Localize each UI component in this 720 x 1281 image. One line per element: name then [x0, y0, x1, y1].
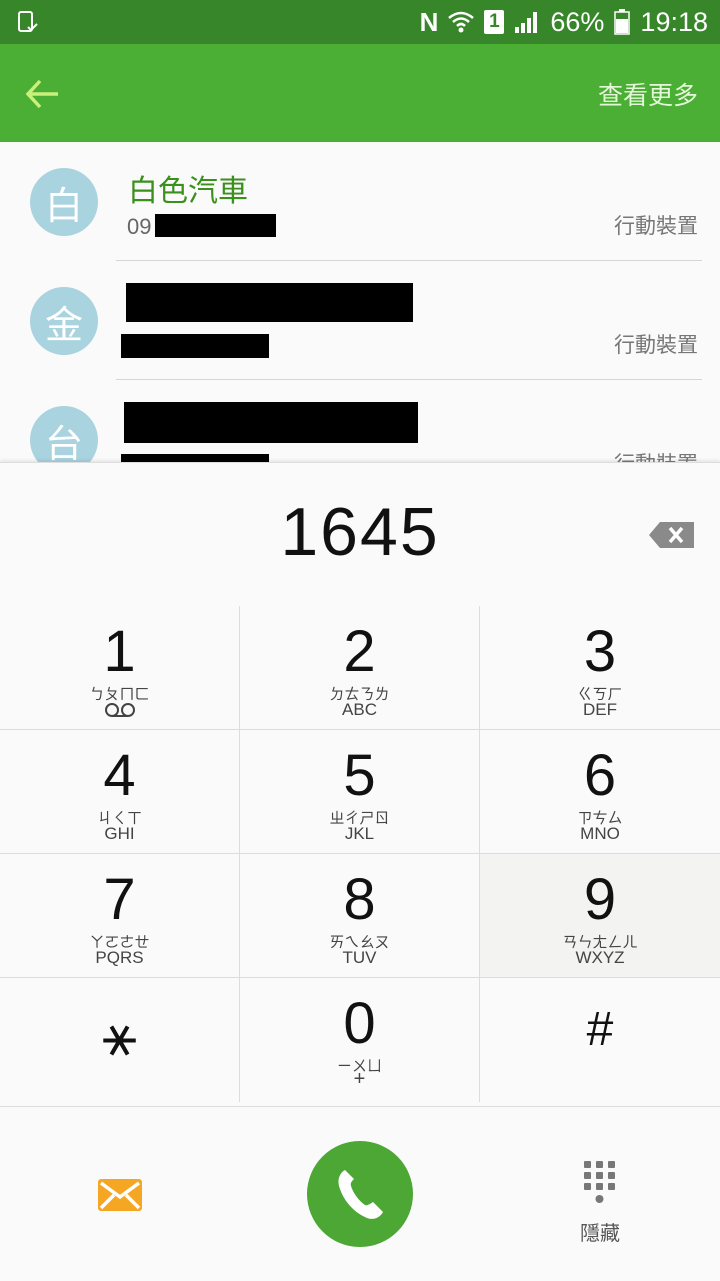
key-digit: ⚹ [102, 1003, 137, 1068]
dialed-number-area: 1645 [0, 462, 720, 607]
contact-type: 行動裝置 [614, 448, 698, 462]
key-digit: 5 [343, 743, 376, 808]
back-arrow-icon[interactable] [22, 74, 62, 114]
bottom-actions: 隱藏 [0, 1106, 720, 1281]
key-letters: JKL [344, 824, 375, 843]
sim-badge: 1 [484, 10, 505, 34]
signal-icon [515, 12, 538, 33]
contact-row[interactable]: 金 行動裝置 [0, 261, 720, 379]
backspace-icon[interactable] [648, 521, 696, 549]
key-4[interactable]: 4 ㄐㄑㄒ GHI [0, 730, 240, 854]
key-6[interactable]: 6 ㄗㄘㄙ MNO [480, 730, 720, 854]
key-9[interactable]: 9 ㄢㄣㄤㄥㄦ WXYZ [480, 854, 720, 978]
key-2[interactable]: 2 ㄉㄊㄋㄌ ABC [240, 606, 480, 730]
avatar: 金 [30, 287, 98, 355]
key-letters: DEF [583, 700, 617, 719]
key-digit: 8 [343, 867, 376, 932]
contact-type: 行動裝置 [614, 333, 698, 357]
key-letters: MNO [580, 824, 620, 843]
key-letters: TUV [342, 948, 377, 967]
dialed-number: 1645 [280, 494, 440, 570]
key-digit: 9 [583, 867, 617, 932]
hide-label: 隱藏 [580, 1221, 620, 1245]
key-letters: + [353, 1068, 366, 1090]
redaction-bar [124, 402, 418, 443]
redaction-bar [155, 214, 276, 237]
dialpad-icon [584, 1161, 615, 1203]
wifi-icon [448, 11, 475, 33]
key-0[interactable]: 0 ㄧㄨㄩ + [240, 978, 480, 1102]
key-7[interactable]: 7 ㄚㄛㄜㄝ PQRS [0, 854, 240, 978]
app-bar: 查看更多 [0, 44, 720, 142]
key-digit: 1 [103, 619, 136, 684]
key-star[interactable]: ⚹ [0, 978, 240, 1102]
contact-number: 09 [127, 214, 152, 239]
battery-icon [614, 9, 631, 35]
call-button[interactable] [307, 1141, 413, 1247]
redaction-bar [121, 454, 269, 462]
avatar: 白 [30, 168, 98, 236]
key-letters: PQRS [95, 948, 144, 967]
status-bar: N 1 66% 19:18 [0, 0, 720, 44]
contact-row[interactable]: 白 白色汽車 09 行動裝置 [0, 142, 720, 260]
key-5[interactable]: 5 ㄓㄔㄕㄖ JKL [240, 730, 480, 854]
view-more-button[interactable]: 查看更多 [598, 76, 698, 112]
phone-icon [338, 1170, 383, 1219]
key-8[interactable]: 8 ㄞㄟㄠㄡ TUV [240, 854, 480, 978]
key-digit: 7 [103, 867, 136, 932]
battery-percent: 66% [550, 6, 605, 37]
key-digit: 3 [583, 619, 617, 684]
redaction-bar [126, 283, 413, 322]
key-digit: # [586, 1003, 614, 1056]
contact-row[interactable]: 台 行動裝置 [0, 380, 720, 462]
key-3[interactable]: 3 ㄍㄎㄏ DEF [480, 606, 720, 730]
avatar: 台 [30, 406, 98, 462]
key-digit: 4 [103, 743, 136, 808]
key-letters: WXYZ [575, 948, 625, 967]
contact-type: 行動裝置 [614, 214, 698, 238]
key-letters: ABC [342, 700, 377, 719]
key-digit: 0 [343, 991, 376, 1056]
device-check-icon [18, 11, 38, 32]
voicemail-icon [105, 703, 135, 717]
key-bopomofo: ㄅㄆㄇㄈ [89, 685, 150, 703]
key-letters: GHI [104, 824, 135, 843]
hide-keypad-button[interactable]: 隱藏 [560, 1159, 640, 1246]
contact-name: 白色汽車 [128, 174, 248, 209]
key-digit: 6 [583, 743, 617, 808]
clock: 19:18 [640, 6, 708, 37]
dial-keypad: 1 ㄅㄆㄇㄈ 2 ㄉㄊㄋㄌ ABC 3 ㄍㄎㄏ DEF 4 ㄐㄑㄒ GHI 5 … [0, 606, 720, 1106]
key-digit: 2 [343, 619, 376, 684]
redaction-bar [121, 334, 269, 358]
key-1[interactable]: 1 ㄅㄆㄇㄈ [0, 606, 240, 730]
key-hash[interactable]: # [480, 978, 720, 1102]
nfc-icon: N [419, 6, 439, 37]
message-icon[interactable] [98, 1179, 142, 1211]
contact-suggestions: 白 白色汽車 09 行動裝置 金 行動裝置 台 行動裝置 [0, 142, 720, 462]
